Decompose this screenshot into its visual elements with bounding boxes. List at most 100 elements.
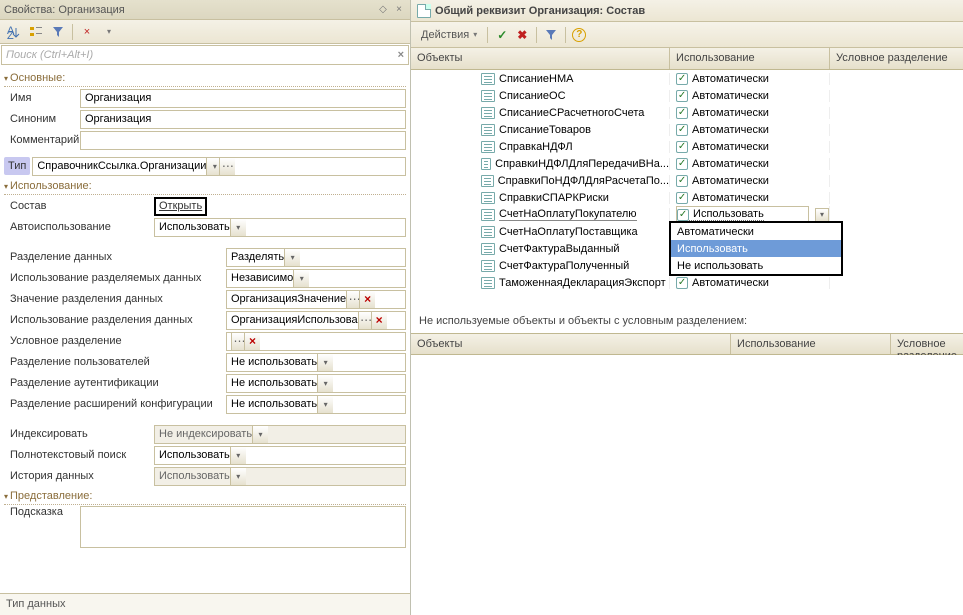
valsplit-field[interactable]: ОрганизацияЗначение [226, 290, 406, 309]
list-icon [481, 107, 495, 119]
row-name: СправкаНДФЛ [499, 141, 573, 153]
usesplit-field[interactable]: Независимо [226, 269, 406, 288]
usersplit-field[interactable]: Не использовать [226, 353, 406, 372]
unused-section-label: Не используемые объекты и объекты с усло… [411, 309, 963, 333]
composition-panel: Общий реквизит Организация: Состав Дейст… [411, 0, 963, 615]
group-main-header[interactable]: Основные: [4, 70, 406, 87]
extsplit-label: Разделение расширений конфигурации [4, 398, 226, 410]
search-input[interactable]: Поиск (Ctrl+Alt+I) × [1, 45, 409, 65]
filter-icon[interactable] [543, 27, 559, 43]
table-row[interactable]: СписаниеТоваров Автоматически [411, 121, 963, 138]
row-name: СчетНаОплатуПокупателю [499, 208, 637, 221]
delete-button[interactable]: × [77, 22, 97, 42]
col-usage[interactable]: Использование [670, 48, 830, 69]
apply-icon[interactable]: ✓ [494, 27, 510, 43]
list-icon [481, 158, 491, 170]
grid-body[interactable]: СписаниеНМААвтоматическиСписаниеОСАвтома… [411, 70, 963, 309]
row-name: СписаниеТоваров [499, 124, 591, 136]
group-use-header[interactable]: Использование: [4, 178, 406, 195]
table-row[interactable]: СписаниеНМААвтоматически [411, 70, 963, 87]
check-icon [677, 209, 689, 221]
col-conditional[interactable]: Условное разделение [830, 48, 963, 69]
cond-field[interactable] [226, 332, 406, 351]
sostav-open-highlight: Открыть [154, 197, 207, 216]
type-field[interactable]: СправочникСсылка.Организации [32, 157, 406, 176]
help-icon[interactable]: ? [572, 28, 586, 42]
properties-panel: Свойства: Организация ◇ × AZ × ▾ Поиск (… [0, 0, 411, 615]
open-link[interactable]: Открыть [159, 200, 202, 212]
table-row[interactable]: СчетНаОплатуПокупателюИспользовать▾Автом… [411, 206, 963, 223]
usage-text: Автоматически [692, 124, 769, 136]
autouse-label: Автоиспользование [4, 221, 154, 233]
check-icon [676, 73, 688, 85]
search-placeholder: Поиск (Ctrl+Alt+I) [6, 49, 93, 61]
index-label: Индексировать [4, 428, 154, 440]
row-name: СчетФактураПолученный [499, 260, 629, 272]
usage-dropdown[interactable]: АвтоматическиИспользоватьНе использовать [669, 221, 843, 276]
authsplit-field[interactable]: Не использовать [226, 374, 406, 393]
sort-az-button[interactable]: AZ [4, 22, 24, 42]
left-toolbar: AZ × ▾ [0, 20, 410, 44]
index-field[interactable]: Не индексировать [154, 425, 406, 444]
hist-field[interactable]: Использовать [154, 467, 406, 486]
dropdown-option[interactable]: Использовать [671, 240, 841, 257]
dropdown-option[interactable]: Не использовать [671, 257, 841, 274]
right-titlebar: Общий реквизит Организация: Состав [411, 0, 963, 22]
row-name: СправкиНДФЛДляПередачиВНа... [495, 158, 669, 170]
name-field[interactable]: Организация [80, 89, 406, 108]
table-row[interactable]: ТаможеннаяДекларацияЭкспортАвтоматически [411, 274, 963, 291]
status-bar: Тип данных [0, 593, 410, 615]
check-icon [676, 192, 688, 204]
group-repr-header[interactable]: Представление: [4, 488, 406, 505]
comment-field[interactable] [80, 131, 406, 150]
grid2-body[interactable] [411, 355, 963, 615]
clear-search-icon[interactable]: × [398, 49, 404, 61]
autouse-field[interactable]: Использовать [154, 218, 406, 237]
split-field[interactable]: Разделять [226, 248, 406, 267]
table-row[interactable]: СписаниеОСАвтоматически [411, 87, 963, 104]
pin-button[interactable]: ◇ [376, 3, 390, 17]
split-label: Разделение данных [4, 251, 226, 263]
delete-icon[interactable]: ✖ [514, 27, 530, 43]
autouse-dd[interactable] [230, 219, 246, 236]
useval-field[interactable]: ОрганизацияИспользова [226, 311, 406, 330]
table-row[interactable]: СправкиСПАРКРискиАвтоматически [411, 189, 963, 206]
list-icon [481, 73, 495, 85]
filter-button[interactable] [48, 22, 68, 42]
col2-conditional[interactable]: Условное разделение [891, 334, 963, 354]
fts-field[interactable]: Использовать [154, 446, 406, 465]
grid2-header: Объекты Использование Условное разделени… [411, 333, 963, 355]
usersplit-label: Разделение пользователей [4, 356, 226, 368]
categories-button[interactable] [26, 22, 46, 42]
document-icon [417, 4, 431, 18]
authsplit-label: Разделение аутентификации [4, 377, 226, 389]
usage-text: Автоматически [692, 141, 769, 153]
extsplit-field[interactable]: Не использовать [226, 395, 406, 414]
close-button[interactable]: × [392, 3, 406, 17]
usage-text: Автоматически [692, 90, 769, 102]
col-objects[interactable]: Объекты [411, 48, 670, 69]
left-titlebar: Свойства: Организация ◇ × [0, 0, 410, 20]
right-title: Общий реквизит Организация: Состав [435, 5, 645, 17]
dropdown-button[interactable]: ▾ [99, 22, 119, 42]
actions-menu[interactable]: Действия [417, 27, 481, 43]
dropdown-arrow[interactable]: ▾ [815, 208, 829, 222]
type-more-button[interactable] [219, 158, 235, 175]
table-row[interactable]: СписаниеСРасчетногоСчетаАвтоматически [411, 104, 963, 121]
valsplit-label: Значение разделения данных [4, 293, 226, 305]
synonym-field[interactable]: Организация [80, 110, 406, 129]
table-row[interactable]: СправкиПоНДФЛДляРасчетаПо...Автоматическ… [411, 172, 963, 189]
synonym-label: Синоним [4, 113, 80, 125]
table-row[interactable]: СправкиНДФЛДляПередачиВНа...Автоматическ… [411, 155, 963, 172]
dropdown-option[interactable]: Автоматически [671, 223, 841, 240]
properties-body: Основные: ИмяОрганизация СинонимОрганиза… [0, 66, 410, 593]
list-icon [481, 192, 495, 204]
list-icon [481, 209, 495, 221]
check-icon [676, 124, 688, 136]
hint-field[interactable] [80, 506, 406, 548]
col2-objects[interactable]: Объекты [411, 334, 731, 354]
objects-grid: Объекты Использование Условное разделени… [411, 48, 963, 309]
table-row[interactable]: СправкаНДФЛ Автоматически [411, 138, 963, 155]
col2-usage[interactable]: Использование [731, 334, 891, 354]
left-title: Свойства: Организация [4, 4, 125, 16]
